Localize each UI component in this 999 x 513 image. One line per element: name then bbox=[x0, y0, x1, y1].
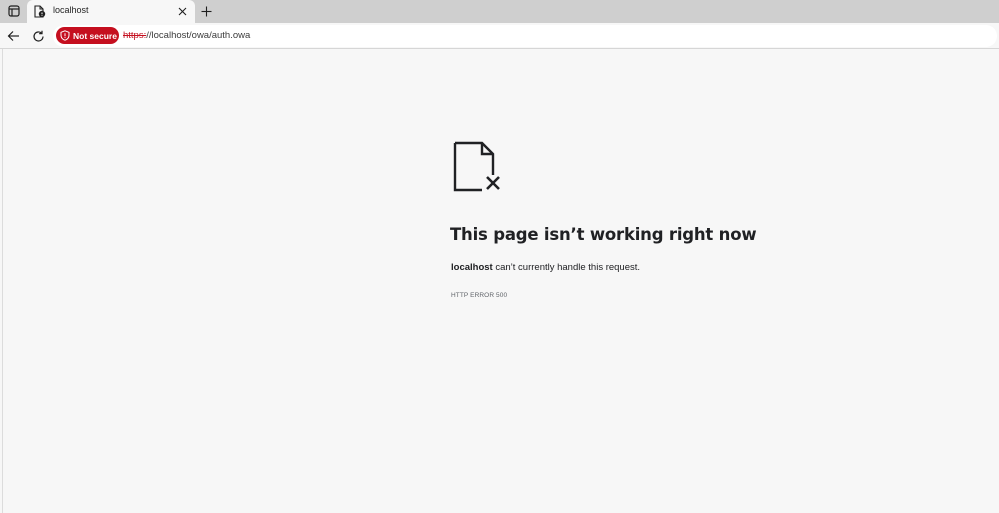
back-button[interactable] bbox=[5, 28, 21, 44]
tab-actions-button[interactable] bbox=[2, 1, 26, 21]
address-bar[interactable]: Not secure https://localhost/owa/auth.ow… bbox=[53, 25, 997, 47]
url-scheme: https: bbox=[123, 30, 147, 41]
page-content: This page isn’t working right now localh… bbox=[2, 49, 999, 513]
broken-document-icon bbox=[453, 141, 500, 192]
error-code: HTTP ERROR 500 bbox=[451, 292, 508, 299]
back-arrow-icon bbox=[7, 31, 19, 41]
url-path: //localhost/owa/auth.owa bbox=[146, 30, 251, 41]
close-icon bbox=[178, 7, 187, 16]
error-description: localhost can’t currently handle this re… bbox=[451, 262, 640, 273]
url-text[interactable]: https://localhost/owa/auth.owa bbox=[123, 30, 250, 41]
tab-actions-icon bbox=[8, 5, 20, 17]
not-secure-badge[interactable]: Not secure bbox=[56, 27, 119, 44]
error-message: can’t currently handle this request. bbox=[492, 262, 641, 273]
error-host: localhost bbox=[451, 262, 493, 273]
new-tab-button[interactable] bbox=[197, 2, 215, 20]
plus-icon bbox=[201, 6, 211, 16]
browser-toolbar: Not secure https://localhost/owa/auth.ow… bbox=[0, 23, 999, 49]
reload-icon bbox=[32, 30, 44, 42]
tab-close-button[interactable] bbox=[176, 5, 189, 18]
tab-localhost[interactable]: localhost bbox=[27, 0, 195, 23]
reload-button[interactable] bbox=[30, 28, 46, 44]
tab-strip: localhost bbox=[0, 0, 999, 23]
page-favicon-icon bbox=[34, 5, 46, 18]
not-secure-label: Not secure bbox=[73, 30, 117, 41]
shield-warning-icon bbox=[60, 30, 70, 41]
browser-window: localhost Not secure https://localhost/o… bbox=[0, 0, 999, 513]
tab-title: localhost bbox=[53, 5, 89, 15]
error-title: This page isn’t working right now bbox=[450, 225, 757, 244]
